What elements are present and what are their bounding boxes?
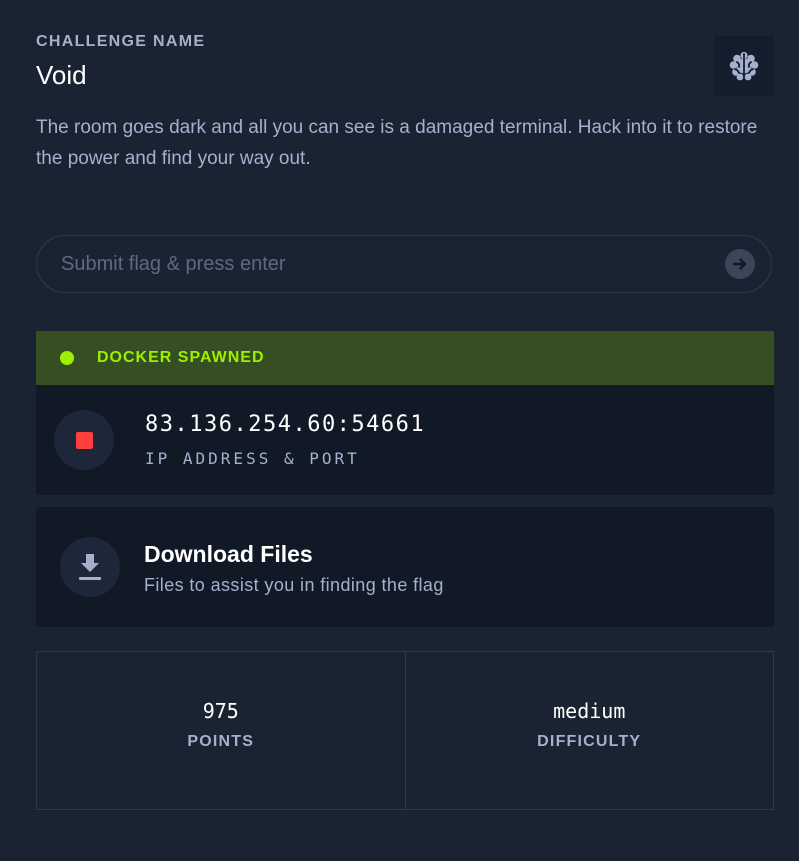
docker-status-bar: DOCKER SPAWNED: [36, 331, 774, 385]
difficulty-stat: medium DIFFICULTY: [404, 652, 774, 809]
download-icon-wrap: [60, 537, 120, 597]
docker-instance-card: 83.136.254.60:54661 IP ADDRESS & PORT: [36, 385, 774, 495]
category-badge: [714, 36, 774, 96]
points-label: POINTS: [187, 733, 255, 750]
difficulty-value: medium: [553, 699, 626, 723]
challenge-stats: 975 POINTS medium DIFFICULTY: [36, 651, 774, 810]
points-value: 975: [202, 699, 239, 723]
challenge-title: Void: [36, 60, 87, 90]
download-title: Download Files: [144, 541, 313, 567]
points-stat: 975 POINTS: [37, 652, 405, 809]
status-dot: [60, 351, 74, 365]
download-files-button[interactable]: Download Files Files to assist you in fi…: [36, 507, 774, 627]
brain-icon: [729, 51, 759, 81]
flag-form: [36, 235, 772, 293]
challenge-description: The room goes dark and all you can see i…: [36, 117, 758, 169]
download-icon: [79, 554, 101, 580]
difficulty-label: DIFFICULTY: [537, 733, 642, 750]
flag-input[interactable]: [37, 236, 717, 292]
download-subtitle: Files to assist you in finding the flag: [144, 575, 444, 595]
arrow-right-icon: [733, 258, 747, 270]
submit-flag-button[interactable]: [725, 249, 755, 279]
docker-status-text: DOCKER SPAWNED: [97, 349, 265, 366]
challenge-name-heading: CHALLENGE NAME: [36, 33, 206, 50]
ip-address-label: IP ADDRESS & PORT: [145, 449, 360, 468]
ip-address-value[interactable]: 83.136.254.60:54661: [145, 412, 425, 437]
stop-instance-button[interactable]: [54, 410, 114, 470]
stop-icon: [76, 432, 93, 449]
